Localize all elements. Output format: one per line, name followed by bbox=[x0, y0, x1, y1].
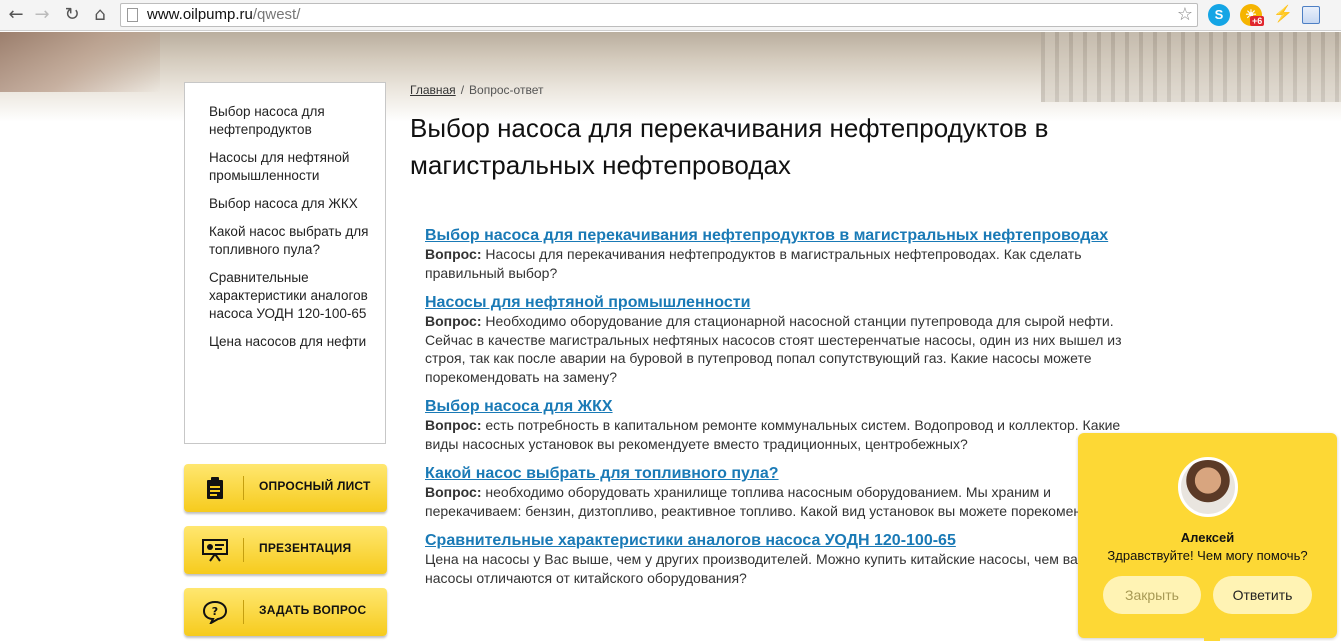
question-bubble-icon: ? bbox=[202, 600, 228, 626]
chat-reply-button[interactable]: Ответить bbox=[1213, 576, 1312, 614]
ask-question-label: ЗАДАТЬ ВОПРОС bbox=[259, 603, 367, 617]
breadcrumb: Главная / Вопрос-ответ bbox=[410, 83, 543, 97]
sidebar-item[interactable]: Выбор насоса для нефтепродуктов bbox=[209, 103, 369, 139]
presentation-button[interactable]: ПРЕЗЕНТАЦИЯ bbox=[184, 526, 387, 574]
question-prefix: Вопрос: bbox=[425, 484, 482, 500]
questionnaire-button[interactable]: ОПРОСНЫЙ ЛИСТ bbox=[184, 464, 387, 512]
breadcrumb-home-link[interactable]: Главная bbox=[410, 83, 456, 97]
question-body: необходимо оборудовать хранилище топлива… bbox=[425, 484, 1134, 519]
url-host: www.oilpump.ru bbox=[147, 6, 253, 23]
button-divider bbox=[243, 538, 244, 562]
address-bar[interactable]: www.oilpump.ru/qwest/ ☆ bbox=[120, 3, 1198, 27]
bolt-extension-icon[interactable]: ⚡ bbox=[1272, 4, 1294, 26]
question-title-link[interactable]: Выбор насоса для ЖКХ bbox=[425, 397, 1145, 416]
questionnaire-label: ОПРОСНЫЙ ЛИСТ bbox=[259, 479, 371, 493]
list-item: Насосы для нефтяной промышленности Вопро… bbox=[425, 293, 1145, 386]
chat-message: Здравствуйте! Чем могу помочь? bbox=[1107, 548, 1308, 563]
skype-extension-icon[interactable]: S bbox=[1208, 4, 1230, 26]
question-title-link[interactable]: Какой насос выбрать для топливного пула? bbox=[425, 464, 1145, 483]
question-text: Цена на насосы у Вас выше, чем у других … bbox=[425, 550, 1145, 587]
sidebar-item[interactable]: Насосы для нефтяной промышленности bbox=[209, 149, 369, 185]
bookmark-star-icon[interactable]: ☆ bbox=[1177, 4, 1193, 26]
button-divider bbox=[243, 600, 244, 624]
address-url[interactable]: www.oilpump.ru/qwest/ bbox=[147, 6, 300, 23]
sidebar-menu: Выбор насоса для нефтепродуктов Насосы д… bbox=[184, 82, 386, 444]
page-icon bbox=[127, 8, 138, 22]
question-text: Вопрос: Необходимо оборудование для стац… bbox=[425, 312, 1145, 386]
question-list: Выбор насоса для перекачивания нефтепрод… bbox=[425, 226, 1145, 598]
avatar bbox=[1178, 457, 1238, 517]
svg-text:?: ? bbox=[212, 605, 218, 618]
question-body: есть потребность в капитальном ремонте к… bbox=[425, 417, 1121, 452]
question-body: Цена на насосы у Вас выше, чем у других … bbox=[425, 551, 1097, 586]
sidebar-item[interactable]: Какой насос выбрать для топливного пула? bbox=[209, 223, 369, 259]
question-text: Вопрос: Насосы для перекачивания нефтепр… bbox=[425, 245, 1145, 282]
question-text: Вопрос: необходимо оборудовать хранилище… bbox=[425, 483, 1145, 520]
list-item: Какой насос выбрать для топливного пула?… bbox=[425, 464, 1145, 520]
sidebar-item[interactable]: Цена насосов для нефти bbox=[209, 333, 369, 351]
page-title: Выбор насоса для перекачивания нефтепрод… bbox=[410, 113, 1049, 180]
button-divider bbox=[243, 476, 244, 500]
question-title-link[interactable]: Насосы для нефтяной промышленности bbox=[425, 293, 1145, 312]
back-arrow-icon[interactable]: ← bbox=[4, 3, 28, 27]
question-text: Вопрос: есть потребность в капитальном р… bbox=[425, 416, 1145, 453]
sidebar-item[interactable]: Выбор насоса для ЖКХ bbox=[209, 195, 369, 213]
question-body: Насосы для перекачивания нефтепродуктов … bbox=[425, 246, 1082, 281]
list-item: Сравнительные характеристики аналогов на… bbox=[425, 531, 1145, 587]
question-title-link[interactable]: Выбор насоса для перекачивания нефтепрод… bbox=[425, 226, 1145, 245]
question-prefix: Вопрос: bbox=[425, 246, 482, 262]
browser-menu-icon[interactable] bbox=[1302, 6, 1320, 24]
sidebar-item[interactable]: Сравнительные характеристики аналогов на… bbox=[209, 269, 369, 323]
browser-toolbar: ← → ↻ ⌂ www.oilpump.ru/qwest/ ☆ S ☀ +6 ⚡ bbox=[0, 0, 1341, 31]
forward-arrow-icon[interactable]: → bbox=[30, 3, 54, 27]
weather-badge: +6 bbox=[1250, 16, 1265, 26]
chat-tail bbox=[1204, 636, 1220, 641]
chat-close-button[interactable]: Закрыть bbox=[1103, 576, 1201, 614]
presentation-icon bbox=[202, 538, 228, 562]
home-icon[interactable]: ⌂ bbox=[88, 3, 112, 27]
presentation-label: ПРЕЗЕНТАЦИЯ bbox=[259, 541, 352, 555]
question-prefix: Вопрос: bbox=[425, 417, 482, 433]
list-item: Выбор насоса для ЖКХ Вопрос: есть потреб… bbox=[425, 397, 1145, 453]
list-item: Выбор насоса для перекачивания нефтепрод… bbox=[425, 226, 1145, 282]
chat-agent-name: Алексей bbox=[1180, 530, 1235, 545]
url-path: /qwest/ bbox=[252, 6, 301, 23]
chat-widget: Алексей Здравствуйте! Чем могу помочь? З… bbox=[1078, 433, 1337, 641]
ask-question-button[interactable]: ? ЗАДАТЬ ВОПРОС bbox=[184, 588, 387, 636]
reload-icon[interactable]: ↻ bbox=[60, 3, 84, 27]
question-prefix: Вопрос: bbox=[425, 313, 482, 329]
breadcrumb-current: Вопрос-ответ bbox=[469, 83, 544, 97]
question-title-link[interactable]: Сравнительные характеристики аналогов на… bbox=[425, 531, 1145, 550]
weather-extension-icon[interactable]: ☀ +6 bbox=[1240, 4, 1265, 26]
question-body: Необходимо оборудование для стационарной… bbox=[425, 313, 1122, 385]
breadcrumb-separator: / bbox=[460, 83, 465, 97]
clipboard-icon bbox=[202, 476, 228, 500]
